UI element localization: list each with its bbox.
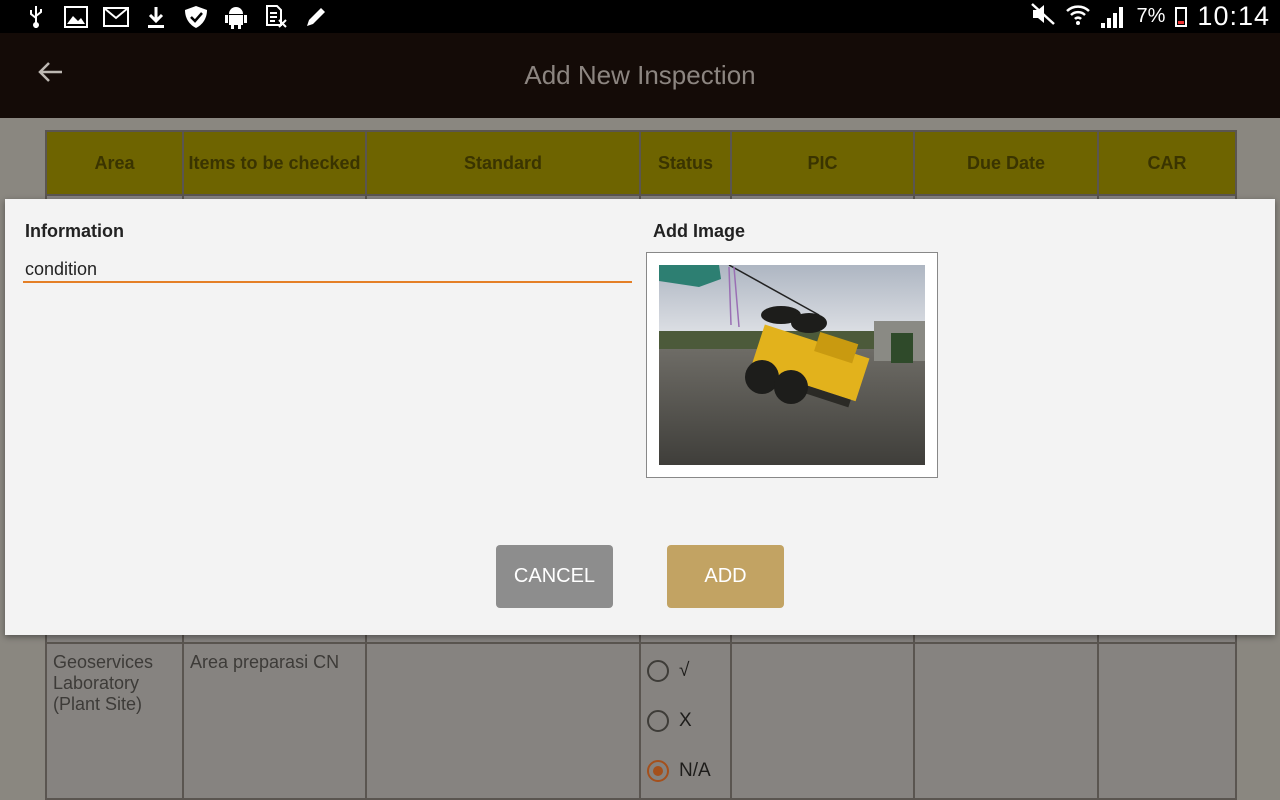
- radio-na[interactable]: [647, 760, 669, 782]
- radio-check[interactable]: [647, 660, 669, 682]
- inspection-photo: [659, 265, 925, 465]
- download-icon: [136, 6, 176, 28]
- radio-label: √: [679, 660, 690, 681]
- shield-icon: [176, 5, 216, 29]
- notification-icons: [0, 4, 336, 29]
- wifi-icon: [1065, 2, 1091, 31]
- radio-x[interactable]: [647, 710, 669, 732]
- back-arrow-icon[interactable]: [30, 55, 70, 95]
- radio-label: N/A: [679, 760, 711, 781]
- table-header-row: Area Items to be checked Standard Status…: [45, 130, 1237, 196]
- header-area: Area: [45, 130, 184, 196]
- battery-percent: 7%: [1136, 5, 1166, 27]
- table-row: Geoservices Laboratory (Plant Site) Area…: [45, 642, 1237, 800]
- header-car: CAR: [1097, 130, 1237, 196]
- mute-icon: [1030, 3, 1055, 30]
- information-label: Information: [25, 221, 124, 241]
- page-title: Add New Inspection: [524, 60, 756, 90]
- pencil-icon: [296, 5, 336, 29]
- cell-area: Geoservices Laboratory (Plant Site): [45, 642, 184, 800]
- system-icons: 7% 10:14: [1030, 0, 1270, 33]
- status-bar: 7% 10:14: [0, 0, 1280, 33]
- add-image-label: Add Image: [653, 221, 746, 241]
- usb-icon: [16, 5, 56, 28]
- sim-icon: [256, 4, 296, 29]
- header-items: Items to be checked: [182, 130, 367, 196]
- signal-icon: [1100, 6, 1127, 28]
- image-preview[interactable]: [646, 252, 938, 478]
- add-info-dialog: Information Add Image: [5, 199, 1275, 635]
- action-bar: Add New Inspection: [0, 33, 1280, 118]
- clock: 10:14: [1197, 1, 1270, 31]
- gallery-icon: [56, 5, 96, 28]
- cell-pic: [730, 642, 915, 800]
- header-standard: Standard: [365, 130, 641, 196]
- header-status: Status: [639, 130, 732, 196]
- status-option-x[interactable]: X: [647, 696, 724, 746]
- cell-item: Area preparasi CN: [182, 642, 367, 800]
- cell-car: [1097, 642, 1237, 800]
- battery-icon: [1175, 6, 1188, 27]
- add-button[interactable]: ADD: [667, 545, 784, 608]
- status-option-check[interactable]: √: [647, 646, 724, 696]
- cell-due-date: [913, 642, 1099, 800]
- cancel-button[interactable]: CANCEL: [496, 545, 613, 608]
- information-input[interactable]: [23, 257, 632, 283]
- header-due-date: Due Date: [913, 130, 1099, 196]
- header-pic: PIC: [730, 130, 915, 196]
- gmail-icon: [96, 6, 136, 27]
- android-icon: [216, 5, 256, 29]
- radio-label: X: [679, 710, 692, 731]
- cell-status: √ X N/A: [639, 642, 732, 800]
- cell-standard: [365, 642, 641, 800]
- status-option-na[interactable]: N/A: [647, 746, 724, 796]
